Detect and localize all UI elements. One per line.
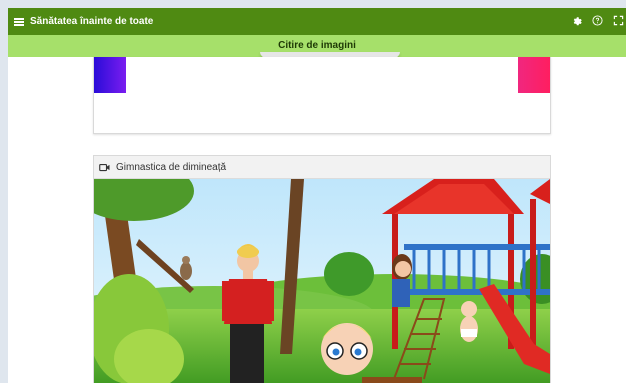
image-card bbox=[93, 57, 551, 134]
blue-color-bar bbox=[94, 57, 126, 93]
video-card: Gimnastica de dimineață bbox=[93, 155, 551, 383]
fullscreen-icon[interactable] bbox=[612, 15, 624, 29]
video-camera-icon bbox=[99, 163, 110, 171]
video-card-header: Gimnastica de dimineață bbox=[94, 156, 550, 179]
gear-icon[interactable] bbox=[570, 15, 582, 29]
video-card-title: Gimnastica de dimineață bbox=[116, 161, 227, 173]
pink-color-bar bbox=[518, 57, 550, 93]
video-player[interactable] bbox=[94, 179, 550, 383]
help-icon[interactable] bbox=[591, 14, 603, 29]
app-frame: Sănătatea înainte de toate Citire de ima… bbox=[8, 8, 626, 383]
toolbar-icons bbox=[570, 8, 624, 35]
top-bar: Sănătatea înainte de toate bbox=[8, 8, 626, 35]
app-title: Sănătatea înainte de toate bbox=[30, 16, 154, 27]
hamburger-menu-icon[interactable] bbox=[14, 17, 24, 26]
